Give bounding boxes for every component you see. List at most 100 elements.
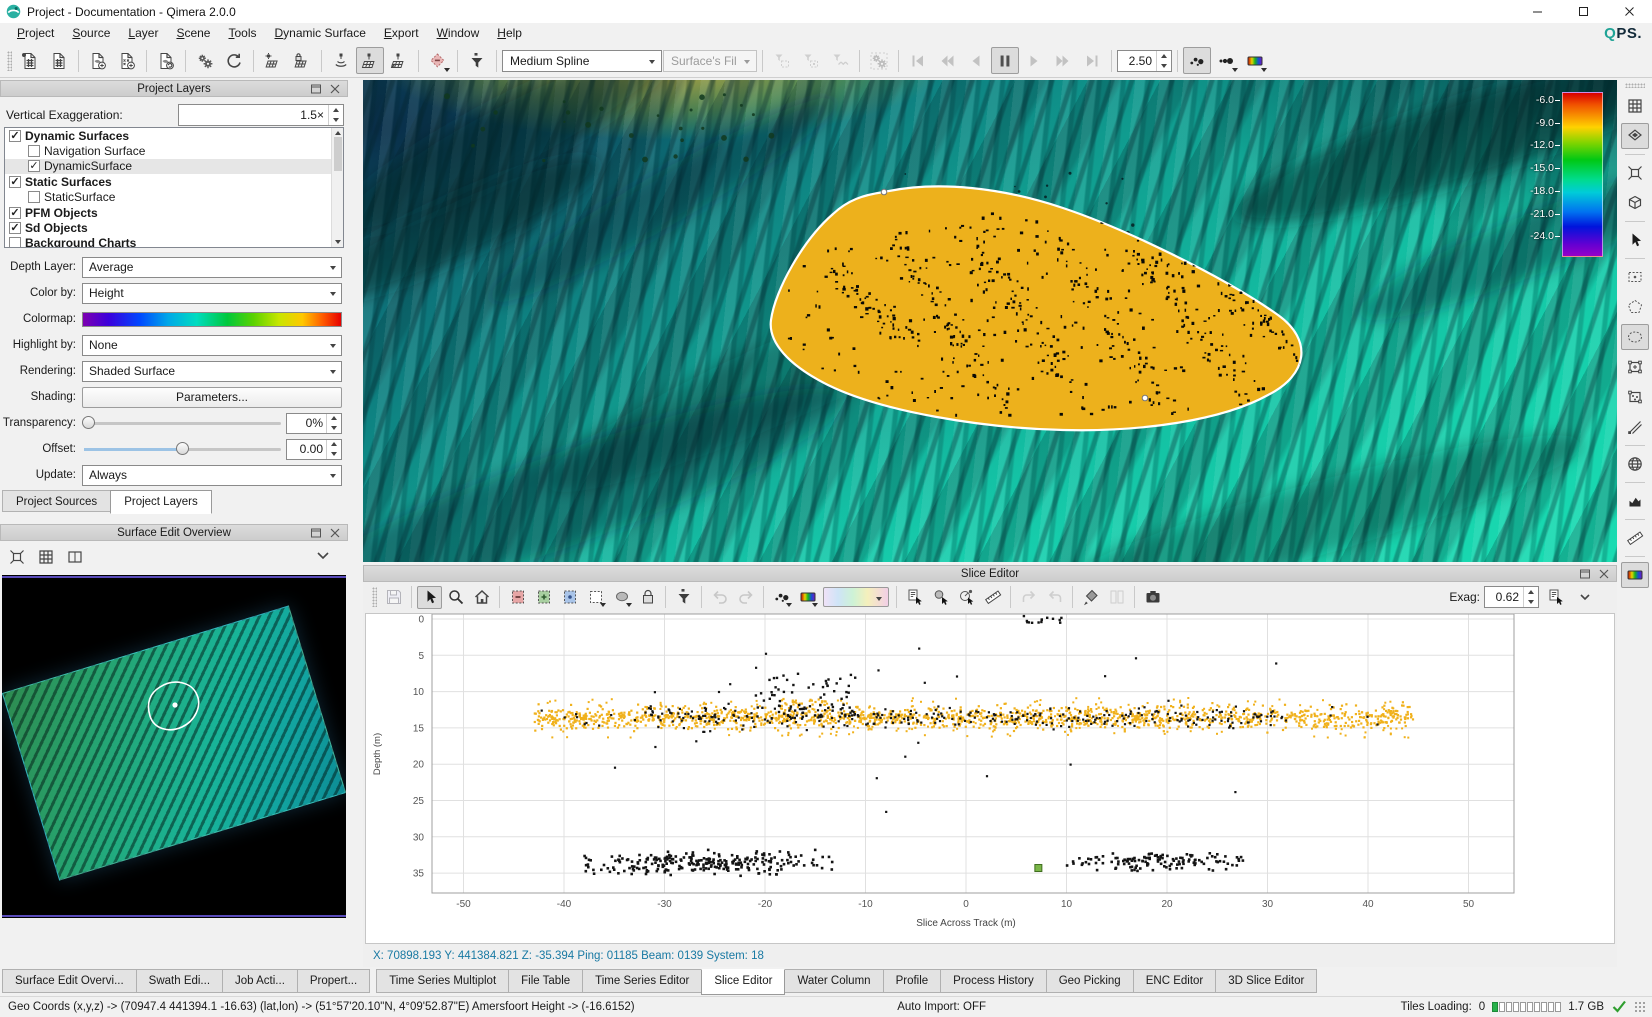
snapshot-button[interactable]	[1140, 586, 1165, 609]
close-panel-icon[interactable]	[1596, 567, 1612, 581]
float-panel-icon[interactable]	[308, 526, 324, 540]
edit-points-tool-button[interactable]	[1621, 384, 1649, 410]
accept-soundings-button[interactable]	[531, 586, 556, 609]
depth-layer-select[interactable]: Average	[82, 256, 342, 278]
layer-tree-item-staticsurface[interactable]: StaticSurface	[5, 190, 343, 205]
close-button[interactable]	[1606, 0, 1652, 23]
scene-3d-viewport[interactable]: -6.0 -9.0 -12.0 -15.0 -18.0 -21.0 -24.0	[363, 80, 1617, 562]
toolbar-handle[interactable]	[7, 50, 12, 71]
reprocess-file-button[interactable]	[152, 47, 180, 74]
dock-tab-3d-slice-editor[interactable]: 3D Slice Editor	[1215, 969, 1318, 993]
slice-tool-button[interactable]	[1621, 414, 1649, 440]
save-button[interactable]	[381, 586, 406, 609]
surface-lock-button[interactable]	[288, 47, 316, 74]
zoom-extents-button[interactable]	[1621, 160, 1649, 186]
menu-window[interactable]: Window	[428, 23, 489, 44]
create-static-surface-button[interactable]	[45, 47, 73, 74]
geodetic-tool-button[interactable]	[1621, 451, 1649, 477]
sounding-filter-button[interactable]	[463, 47, 491, 74]
layer-display-button[interactable]	[1621, 123, 1649, 149]
play-button[interactable]	[1020, 47, 1048, 74]
minimize-button[interactable]	[1514, 0, 1560, 23]
dock-tab-slice-editor[interactable]: Slice Editor	[701, 969, 786, 995]
go-first-button[interactable]	[904, 47, 932, 74]
filter-soundings-button[interactable]	[671, 586, 696, 609]
menu-project[interactable]: Project	[8, 23, 63, 44]
undo-button[interactable]	[707, 586, 732, 609]
exag-spinner[interactable]: 0.62	[1484, 586, 1539, 608]
files-filter-combo[interactable]: Surface's Files	[663, 49, 757, 72]
toolbar-handle[interactable]	[372, 587, 377, 607]
offset-slider[interactable]	[82, 440, 283, 458]
select-polygon-tool-button[interactable]	[1621, 294, 1649, 320]
measure-tool-button[interactable]	[1621, 525, 1649, 551]
menu-scene[interactable]: Scene	[167, 23, 219, 44]
dock-tab-job-acti-[interactable]: Job Acti...	[222, 969, 298, 993]
dock-tab-water-column[interactable]: Water Column	[784, 969, 884, 993]
layer-checkbox[interactable]: ✓	[9, 129, 21, 142]
edit-rectangle-tool-button[interactable]	[1621, 354, 1649, 380]
layer-tree-item-navigation-surface[interactable]: Navigation Surface	[5, 143, 343, 158]
layer-checkbox[interactable]: ✓	[9, 222, 21, 235]
transparency-slider[interactable]	[82, 414, 283, 432]
rewind-button[interactable]	[933, 47, 961, 74]
sounding-select-area-button[interactable]	[385, 47, 413, 74]
layer-tree-item-pfm-objects[interactable]: ✓ PFM Objects	[5, 205, 343, 220]
color-by-select[interactable]: Height	[82, 282, 342, 304]
layer-checkbox[interactable]	[9, 237, 21, 247]
reset-3d-view-button[interactable]	[1621, 190, 1649, 216]
float-panel-icon[interactable]	[1577, 567, 1593, 581]
point-size-button[interactable]	[769, 586, 794, 609]
layer-checkbox[interactable]: ✓	[9, 175, 21, 188]
dock-tab-surface-edit-overvi-[interactable]: Surface Edit Overvi...	[2, 969, 137, 993]
pick-bearing-button[interactable]	[954, 586, 979, 609]
layer-tree-item-static-surfaces[interactable]: ✓ Static Surfaces	[5, 174, 343, 189]
shading-parameters-button[interactable]: Parameters...	[82, 386, 342, 408]
dock-tab-process-history[interactable]: Process History	[940, 969, 1047, 993]
step-back-button[interactable]	[962, 47, 990, 74]
home-view-button[interactable]	[469, 586, 494, 609]
pick-point-button[interactable]	[928, 586, 953, 609]
layer-checkbox[interactable]	[28, 191, 40, 204]
tree-scrollbar[interactable]	[331, 128, 343, 247]
point-color-button[interactable]	[795, 586, 820, 609]
colormap-select[interactable]	[82, 311, 342, 327]
menu-source[interactable]: Source	[63, 23, 119, 44]
vertical-exaggeration-spinner[interactable]: 1.5×	[178, 104, 344, 126]
resize-grip[interactable]	[1634, 1001, 1646, 1013]
zoom-tool-button[interactable]	[443, 586, 468, 609]
close-panel-icon[interactable]	[327, 526, 343, 540]
rebuild-surface-button[interactable]	[220, 47, 248, 74]
pause-button[interactable]	[991, 47, 1019, 74]
profile-tool-button[interactable]	[1621, 488, 1649, 514]
pointer-tool-button[interactable]	[1621, 227, 1649, 253]
dock-tab-time-series-multiplot[interactable]: Time Series Multiplot	[376, 969, 510, 993]
processing-settings-button[interactable]	[191, 47, 219, 74]
redo-button[interactable]	[733, 586, 758, 609]
layer-tree-item-background-charts[interactable]: Background Charts	[5, 236, 343, 247]
fast-forward-button[interactable]	[1049, 47, 1077, 74]
offset-value[interactable]: 0.00	[286, 438, 342, 460]
float-panel-icon[interactable]	[308, 82, 324, 96]
grid-view-button[interactable]	[1621, 93, 1649, 119]
redo-edit-button[interactable]	[1016, 586, 1041, 609]
point-colormap-button[interactable]	[1241, 47, 1269, 74]
dock-tab-geo-picking[interactable]: Geo Picking	[1045, 969, 1134, 993]
collapse-toolbar-button[interactable]	[1572, 586, 1597, 609]
select-soundings-button[interactable]	[557, 586, 582, 609]
select-rectangle-tool-button[interactable]	[1621, 264, 1649, 290]
rendering-select[interactable]: Shaded Surface	[82, 360, 342, 382]
overview-zoom-extents-button[interactable]	[4, 546, 29, 569]
layer-checkbox[interactable]: ✓	[9, 206, 21, 219]
overview-collapse-chevron[interactable]	[314, 549, 332, 566]
measure-button[interactable]	[980, 586, 1005, 609]
filter-area-1-button[interactable]	[768, 47, 796, 74]
tab-project-sources[interactable]: Project Sources	[2, 490, 112, 512]
sounding-select-beam-button[interactable]	[327, 47, 355, 74]
slice-plot[interactable]: 0 5 10 15 20 25 30 35 -50 -40 -30 -20 -10 0 10 20 30 40 50…	[365, 613, 1615, 944]
point-display-options-button[interactable]	[1212, 47, 1240, 74]
maximize-button[interactable]	[1560, 0, 1606, 23]
dock-tab-profile[interactable]: Profile	[882, 969, 942, 993]
close-panel-icon[interactable]	[327, 82, 343, 96]
dock-tab-swath-edi-[interactable]: Swath Edi...	[135, 969, 224, 993]
